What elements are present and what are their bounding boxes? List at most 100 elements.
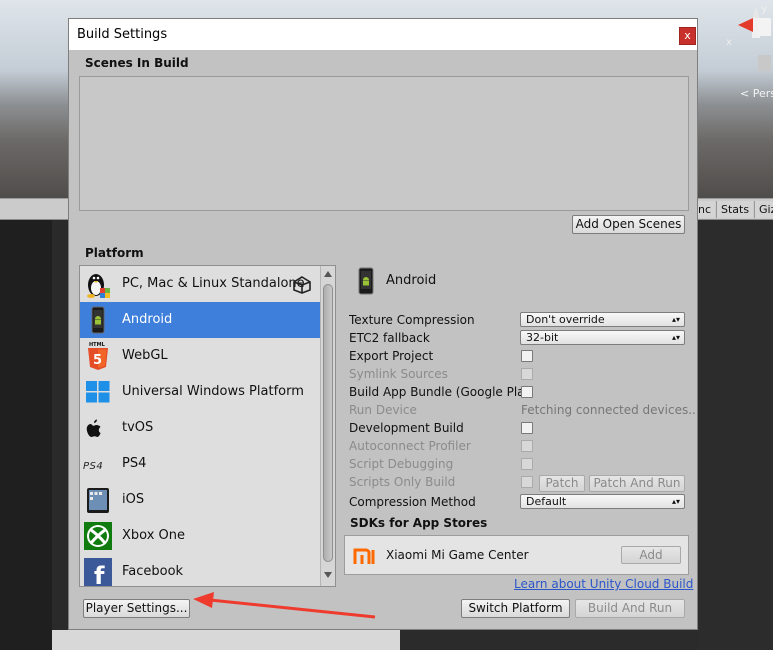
patch-button[interactable]: Patch [539, 475, 585, 492]
script-debugging-row: Script Debugging [349, 456, 689, 474]
autoconnect-profiler-label: Autoconnect Profiler [349, 439, 471, 453]
etc2-fallback-dropdown[interactable]: 32-bit ▴▾ [520, 330, 685, 345]
dropdown-value: 32-bit [526, 331, 559, 344]
compression-method-label: Compression Method [349, 495, 476, 509]
facebook-icon: f [84, 558, 112, 587]
stats-tab[interactable]: Stats [716, 201, 754, 218]
apple-tv-icon [86, 419, 101, 437]
gizmos-tab[interactable]: Giz [754, 201, 773, 218]
platform-item-xbox[interactable]: Xbox One [80, 518, 320, 554]
build-app-bundle-row: Build App Bundle (Google Play) [349, 384, 689, 402]
run-device-value: Fetching connected devices.. [521, 403, 696, 417]
run-device-row: Run Device Fetching connected devices.. [349, 402, 696, 420]
platform-item-android[interactable]: Android [80, 302, 320, 338]
platform-item-tvos[interactable]: tvOS [80, 410, 320, 446]
scripts-only-build-label: Scripts Only Build [349, 475, 456, 489]
dropdown-arrows-icon: ▴▾ [671, 333, 680, 342]
ps4-logo-icon: PS4 [83, 461, 103, 472]
development-build-label: Development Build [349, 421, 464, 435]
perspective-label[interactable]: < Pers [740, 87, 773, 100]
linux-tux-icon [87, 274, 110, 298]
platform-item-label: Xbox One [122, 528, 186, 543]
add-open-scenes-button[interactable]: Add Open Scenes [572, 215, 685, 234]
platform-item-webgl[interactable]: HTML 5 WebGL [80, 338, 320, 374]
sdk-name: Xiaomi Mi Game Center [386, 548, 529, 562]
platform-item-uwp[interactable]: Universal Windows Platform [80, 374, 320, 410]
dropdown-value: Don't override [526, 313, 605, 326]
platform-item-label: iOS [122, 492, 145, 507]
etc2-fallback-row: ETC2 fallback 32-bit ▴▾ [349, 330, 689, 348]
sdk-xiaomi-row: Xiaomi Mi Game Center Add [344, 535, 689, 575]
platform-item-label: WebGL [122, 348, 168, 363]
windows-icon [86, 381, 110, 403]
development-build-checkbox[interactable] [521, 422, 533, 434]
patch-and-run-button[interactable]: Patch And Run [589, 475, 685, 492]
platform-item-ios[interactable]: iOS [80, 482, 320, 518]
run-device-label: Run Device [349, 403, 417, 417]
build-settings-window: Build Settings x Scenes In Build Add Ope… [68, 18, 698, 630]
texture-compression-dropdown[interactable]: Don't override ▴▾ [520, 312, 685, 327]
dropdown-value: Default [526, 495, 567, 508]
ipad-icon [87, 488, 109, 513]
xiaomi-mi-icon [353, 548, 375, 564]
scroll-thumb[interactable] [323, 284, 333, 562]
sdks-label: SDKs for App Stores [350, 516, 488, 530]
platform-label: Platform [85, 246, 144, 260]
build-app-bundle-label: Build App Bundle (Google Play) [349, 385, 521, 399]
svg-text:HTML: HTML [89, 342, 106, 348]
export-project-row: Export Project [349, 348, 689, 366]
export-project-checkbox[interactable] [521, 350, 533, 362]
android-phone-icon [358, 267, 374, 295]
sdk-add-button[interactable]: Add [621, 546, 681, 564]
export-project-label: Export Project [349, 349, 434, 363]
gizmo-y-label: y [761, 2, 768, 15]
build-and-run-button[interactable]: Build And Run [575, 599, 685, 618]
platform-list-scrollbar[interactable] [320, 266, 335, 586]
html5-icon: HTML 5 [88, 342, 108, 370]
symlink-sources-row: Symlink Sources [349, 366, 689, 384]
platform-item-label: PC, Mac & Linux Standalone [122, 276, 305, 291]
compression-method-row: Compression Method Default ▴▾ [349, 494, 689, 512]
editor-dark-panel-right [698, 220, 773, 650]
autoconnect-profiler-checkbox [521, 440, 533, 452]
unity-logo-icon [293, 276, 311, 294]
editor-bottom-strip [52, 630, 400, 650]
switch-platform-button[interactable]: Switch Platform [461, 599, 570, 618]
build-app-bundle-checkbox[interactable] [521, 386, 533, 398]
platform-item-label: Universal Windows Platform [122, 384, 304, 399]
autoconnect-profiler-row: Autoconnect Profiler [349, 438, 689, 456]
platform-item-standalone[interactable]: PC, Mac & Linux Standalone [80, 266, 320, 302]
platform-item-ps4[interactable]: PS4 PS4 [80, 446, 320, 482]
svg-text:PS4: PS4 [83, 461, 103, 472]
editor-dark-panel-left [0, 220, 52, 650]
compression-method-dropdown[interactable]: Default ▴▾ [520, 494, 685, 509]
player-settings-button[interactable]: Player Settings... [83, 599, 190, 618]
platform-list[interactable]: PC, Mac & Linux Standalone Android HTML [79, 265, 336, 587]
etc2-fallback-label: ETC2 fallback [349, 331, 430, 345]
dropdown-arrows-icon: ▴▾ [671, 497, 680, 506]
close-button[interactable]: x [679, 27, 696, 45]
svg-text:5: 5 [93, 353, 102, 368]
scroll-down-icon[interactable] [324, 572, 332, 578]
scripts-only-build-checkbox [521, 476, 533, 488]
dropdown-arrows-icon: ▴▾ [671, 315, 680, 324]
editor-bottom-dark [400, 630, 698, 650]
texture-compression-label: Texture Compression [349, 313, 475, 327]
platform-item-label: PS4 [122, 456, 147, 471]
xbox-icon [84, 522, 112, 550]
scroll-up-icon[interactable] [324, 271, 332, 277]
selected-platform-title: Android [386, 273, 437, 288]
script-debugging-checkbox [521, 458, 533, 470]
platform-item-label: tvOS [122, 420, 154, 435]
unity-cloud-build-link[interactable]: Learn about Unity Cloud Build [514, 577, 693, 591]
symlink-sources-checkbox [521, 368, 533, 380]
script-debugging-label: Script Debugging [349, 457, 454, 471]
scenes-list[interactable] [79, 76, 689, 211]
android-phone-icon [91, 306, 105, 334]
platform-item-label: Facebook [122, 564, 184, 579]
development-build-row: Development Build [349, 420, 689, 438]
gizmo-x-label: x [726, 37, 732, 48]
platform-item-facebook[interactable]: f Facebook [80, 554, 320, 587]
svg-text:f: f [94, 562, 105, 587]
title-bar[interactable]: Build Settings x [69, 19, 697, 50]
